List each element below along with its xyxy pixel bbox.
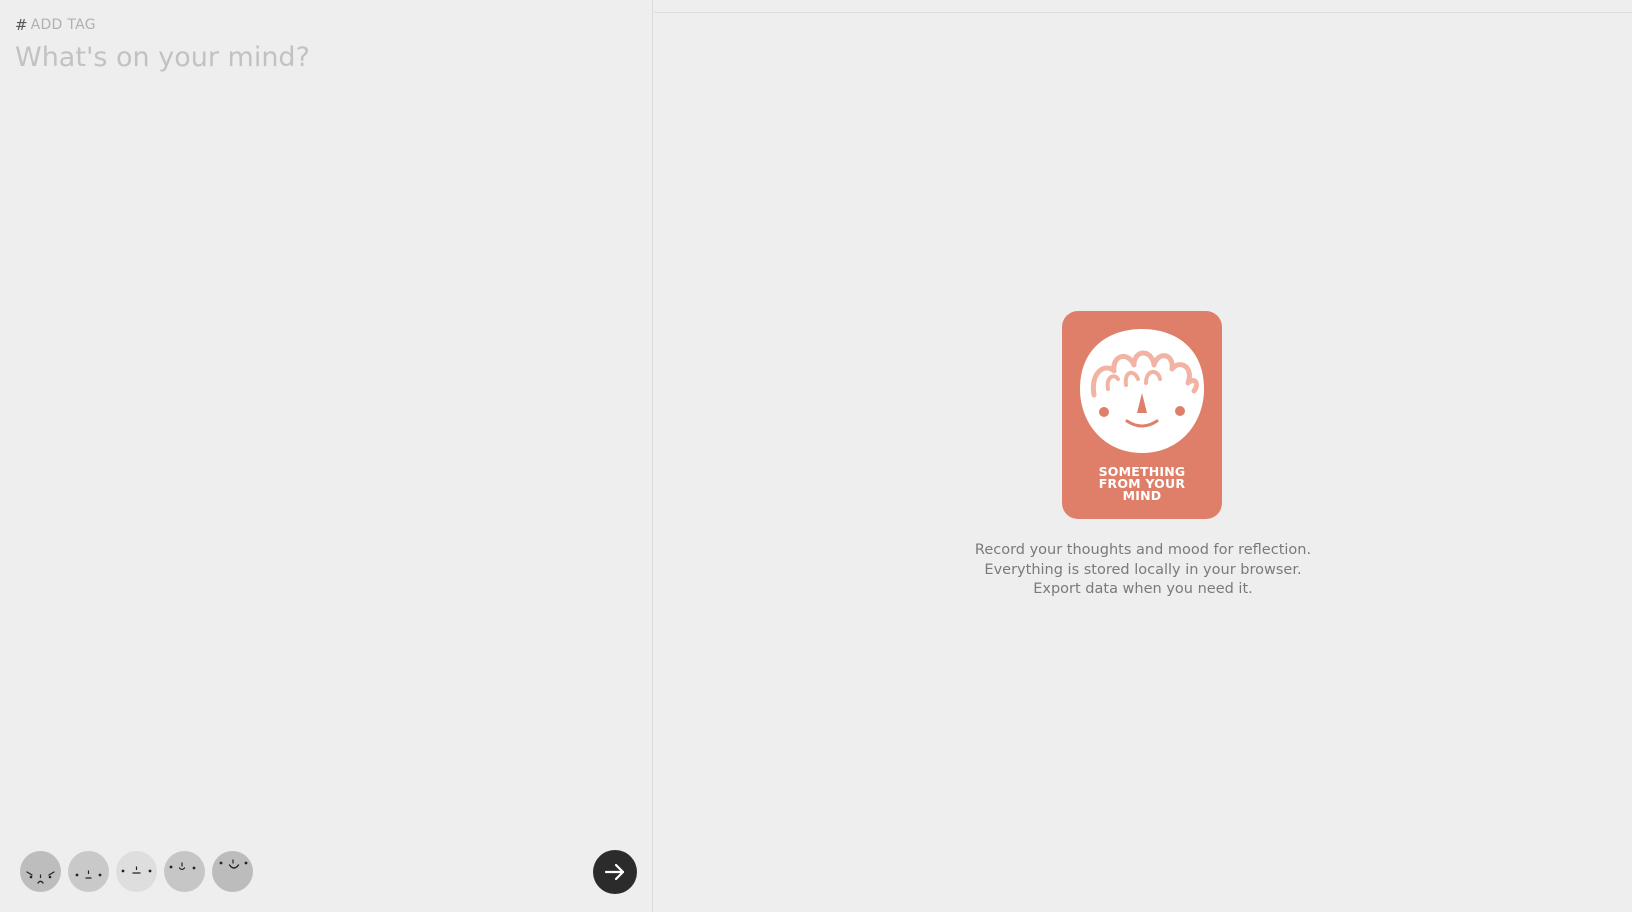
- sad-mood-icon[interactable]: [68, 851, 109, 892]
- thought-input[interactable]: [15, 42, 635, 782]
- neutral-mood-icon[interactable]: [116, 851, 157, 892]
- logo-line-3: MIND: [1122, 488, 1162, 503]
- arrow-right-icon: [604, 863, 625, 881]
- submit-button[interactable]: [593, 850, 637, 894]
- divider: [654, 12, 1632, 13]
- mood-selector: [20, 851, 253, 892]
- logo-wordmark: SOMETHING FROM YOUR MIND: [1062, 465, 1222, 503]
- happy-mood-icon[interactable]: [212, 851, 253, 892]
- app-root: # ADD TAG What's on your mind? SOMETHING…: [0, 0, 1632, 912]
- entries-pane: SOMETHING FROM YOUR MIND Record your tho…: [654, 0, 1632, 912]
- empty-state-text: Record your thoughts and mood for reflec…: [893, 541, 1393, 600]
- empty-state-line-1: Record your thoughts and mood for reflec…: [974, 542, 1312, 558]
- add-tag-button[interactable]: # ADD TAG: [15, 16, 96, 34]
- hash-icon: #: [15, 16, 28, 34]
- composer-pane: # ADD TAG: [0, 0, 653, 912]
- angry-mood-icon[interactable]: [20, 851, 61, 892]
- empty-state-line-3: Export data when you need it.: [1033, 581, 1253, 597]
- content-mood-icon[interactable]: [164, 851, 205, 892]
- add-tag-label: ADD TAG: [30, 17, 96, 33]
- app-logo: SOMETHING FROM YOUR MIND: [1062, 311, 1222, 519]
- empty-state-line-2: Everything is stored locally in your bro…: [984, 561, 1302, 578]
